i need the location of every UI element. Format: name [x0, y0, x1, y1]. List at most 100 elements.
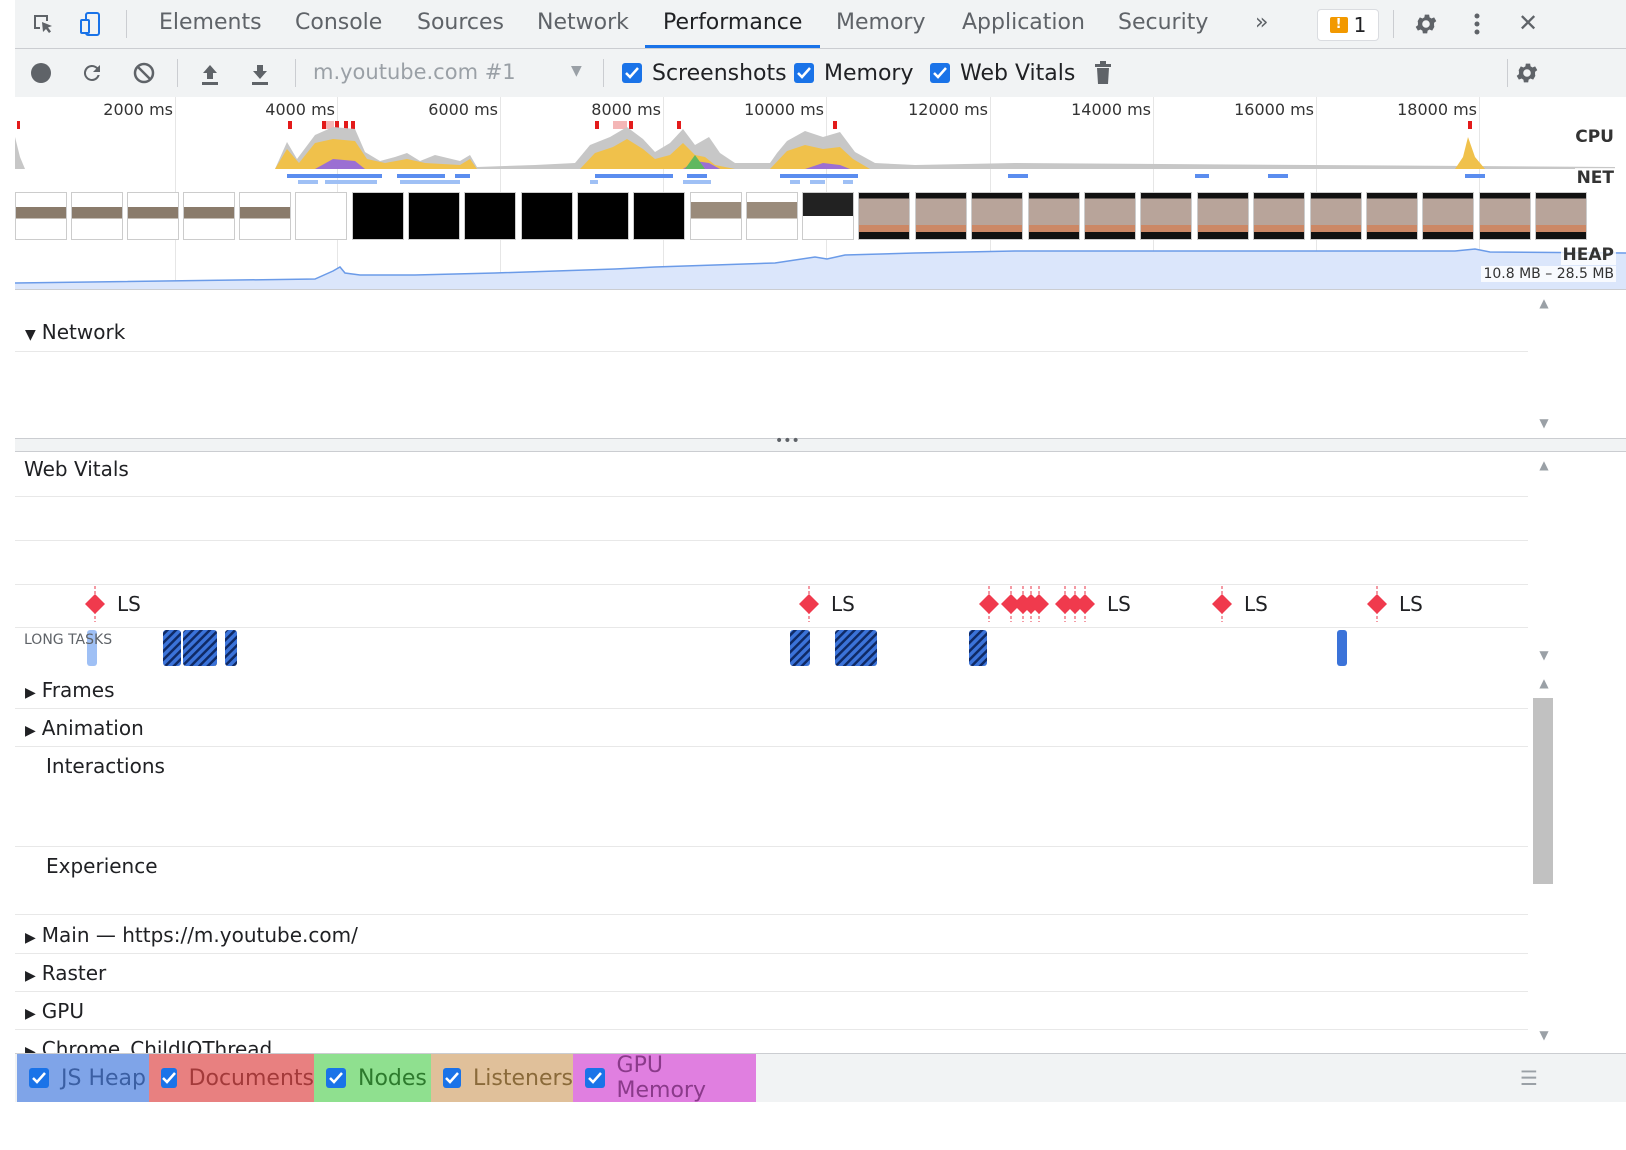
screenshot-thumbnail[interactable] — [1422, 192, 1474, 240]
track-gpu[interactable]: ▶ GPU — [25, 999, 84, 1023]
js-heap-counter-checkbox[interactable]: JS Heap — [17, 1054, 149, 1102]
issues-button[interactable]: ! 1 — [1317, 9, 1379, 41]
capture-settings-icon[interactable] — [1512, 59, 1542, 87]
screenshot-thumbnail[interactable] — [802, 192, 854, 240]
tab-elements[interactable]: Elements — [155, 0, 266, 48]
nodes-counter-checkbox[interactable]: Nodes — [314, 1054, 431, 1102]
screenshot-thumbnail[interactable] — [464, 192, 516, 240]
settings-gear-icon[interactable] — [1411, 10, 1441, 38]
scroll-down-icon[interactable]: ▼ — [1537, 1028, 1551, 1042]
scrollbar-thumb[interactable] — [1533, 698, 1553, 884]
screenshot-thumbnail[interactable] — [1028, 192, 1080, 240]
memory-checkbox[interactable]: Memory — [794, 61, 913, 86]
screenshot-thumbnail[interactable] — [746, 192, 798, 240]
screenshot-thumbnail[interactable] — [408, 192, 460, 240]
separator — [177, 59, 178, 87]
track-animation[interactable]: ▶ Animation — [25, 716, 144, 740]
screenshot-thumbnail[interactable] — [633, 192, 685, 240]
tab-sources[interactable]: Sources — [413, 0, 508, 48]
screenshot-thumbnail[interactable] — [1084, 192, 1136, 240]
screenshot-thumbnail[interactable] — [971, 192, 1023, 240]
screenshot-thumbnail[interactable] — [1140, 192, 1192, 240]
screenshots-checkbox[interactable]: Screenshots — [622, 61, 787, 86]
track-frames-label: Frames — [41, 678, 115, 702]
web-vitals-panel: Web Vitals LS LS LS LS LS LONG TASKS ▲ ▼ — [15, 452, 1626, 670]
track-interactions: Interactions — [46, 754, 165, 778]
tab-performance[interactable]: Performance — [645, 0, 821, 48]
inspect-element-icon[interactable] — [29, 12, 57, 36]
scroll-up-icon[interactable]: ▲ — [1537, 676, 1551, 690]
net-label: NET — [1574, 168, 1616, 188]
splitter-drag-handle[interactable]: ••• — [15, 433, 1626, 452]
timeline-overview[interactable]: 2000 ms 4000 ms 6000 ms 8000 ms 10000 ms… — [15, 97, 1626, 290]
tracks-scrollbar[interactable]: ▲ ▼ — [1533, 670, 1553, 1053]
divider — [15, 351, 1528, 352]
screenshot-thumbnail[interactable] — [690, 192, 742, 240]
device-toolbar-icon[interactable] — [77, 10, 107, 38]
lcp-diamond-icon — [1212, 594, 1232, 614]
upload-icon[interactable] — [197, 61, 223, 87]
long-tasks-track — [87, 630, 1347, 666]
screenshot-thumbnail[interactable] — [1535, 192, 1587, 240]
gpu-memory-label: GPU Memory — [616, 1053, 706, 1103]
documents-counter-checkbox[interactable]: Documents — [149, 1054, 314, 1102]
track-child-io-thread[interactable]: ▶ Chrome_ChildIOThread — [25, 1037, 272, 1053]
close-icon[interactable]: ✕ — [1513, 8, 1543, 38]
flame-chart-tracks: ▶ Frames ▶ Animation Interactions Experien… — [15, 670, 1626, 1053]
checkbox-checked-icon — [161, 1068, 177, 1088]
scroll-up-icon[interactable]: ▲ — [1537, 296, 1551, 310]
separator — [603, 59, 604, 87]
screenshot-thumbnail[interactable] — [295, 192, 347, 240]
separator — [1393, 10, 1394, 38]
gpu-memory-counter-checkbox[interactable]: GPU Memory — [573, 1053, 756, 1103]
tab-network[interactable]: Network — [533, 0, 633, 48]
listeners-counter-checkbox[interactable]: Listeners — [431, 1054, 573, 1102]
kebab-menu-icon[interactable] — [1467, 10, 1487, 38]
screenshot-thumbnail[interactable] — [15, 192, 67, 240]
scroll-down-icon[interactable]: ▼ — [1537, 648, 1551, 662]
screenshot-thumbnail[interactable] — [71, 192, 123, 240]
dropdown-caret-icon: ▼ — [571, 63, 582, 79]
performance-toolbar: m.youtube.com #1 ▼ Screenshots Memory We… — [15, 49, 1626, 98]
screenshot-thumbnail[interactable] — [239, 192, 291, 240]
disclosure-triangle-icon: ▶ — [25, 968, 36, 984]
track-frames[interactable]: ▶ Frames — [25, 678, 115, 702]
record-icon[interactable] — [29, 61, 53, 85]
screenshot-thumbnail[interactable] — [1479, 192, 1531, 240]
network-section-title: Network — [41, 320, 126, 344]
tab-security[interactable]: Security — [1114, 0, 1212, 48]
screenshot-thumbnail[interactable] — [577, 192, 629, 240]
screenshot-thumbnail[interactable] — [521, 192, 573, 240]
disclosure-triangle-icon: ▶ — [25, 1006, 36, 1022]
network-section-header[interactable]: ▼ Network — [25, 320, 125, 344]
screenshot-thumbnail[interactable] — [352, 192, 404, 240]
track-main[interactable]: ▶ Main — https://m.youtube.com/ — [25, 923, 358, 947]
more-tabs-button[interactable]: » — [1251, 0, 1272, 48]
tab-console[interactable]: Console — [291, 0, 386, 48]
hamburger-icon[interactable]: ☰ — [1520, 1066, 1538, 1090]
scroll-down-icon[interactable]: ▼ — [1537, 416, 1551, 430]
issues-count: 1 — [1353, 13, 1367, 37]
tab-memory[interactable]: Memory — [832, 0, 929, 48]
profile-select[interactable]: m.youtube.com #1 ▼ — [313, 57, 593, 89]
download-icon[interactable] — [247, 61, 273, 87]
reload-icon[interactable] — [79, 61, 105, 85]
ls-label: LS — [1244, 592, 1268, 616]
tab-application[interactable]: Application — [958, 0, 1089, 48]
screenshot-thumbnail[interactable] — [915, 192, 967, 240]
issues-icon: ! — [1329, 17, 1348, 33]
cpu-label: CPU — [1573, 127, 1616, 147]
screenshot-thumbnail[interactable] — [127, 192, 179, 240]
web-vitals-checkbox[interactable]: Web Vitals — [930, 61, 1075, 86]
track-raster[interactable]: ▶ Raster — [25, 961, 106, 985]
trash-icon[interactable] — [1091, 60, 1115, 86]
screenshot-thumbnail[interactable] — [1366, 192, 1418, 240]
screenshot-thumbnail[interactable] — [1253, 192, 1305, 240]
screenshot-thumbnail[interactable] — [1197, 192, 1249, 240]
screenshot-thumbnail[interactable] — [1310, 192, 1362, 240]
screenshot-thumbnail[interactable] — [858, 192, 910, 240]
screenshot-thumbnail[interactable] — [183, 192, 235, 240]
scroll-up-icon[interactable]: ▲ — [1537, 458, 1551, 472]
clear-icon[interactable] — [131, 61, 157, 85]
checkbox-checked-icon — [443, 1068, 462, 1088]
